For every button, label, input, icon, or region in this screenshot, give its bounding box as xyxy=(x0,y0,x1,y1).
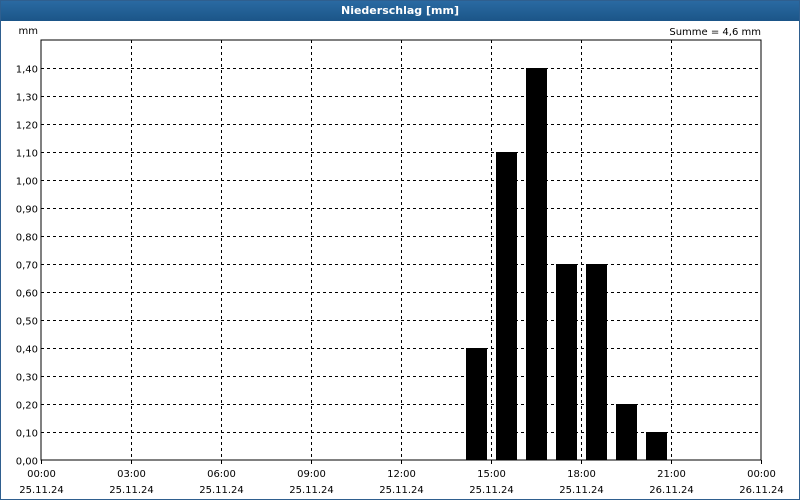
y-tick-label: 1,30 xyxy=(16,93,38,104)
y-tick-label: 1,20 xyxy=(16,121,38,132)
x-tick-time-label: 21:00 xyxy=(657,469,686,480)
x-tick-time-label: 03:00 xyxy=(117,469,146,480)
y-tick-label: 0,80 xyxy=(16,233,38,244)
x-tick-time-label: 12:00 xyxy=(387,469,416,480)
precipitation-bar xyxy=(556,264,577,460)
precipitation-bar xyxy=(616,404,637,460)
sum-annotation: Summe = 4,6 mm xyxy=(669,27,761,38)
x-tick-date-label: 25.11.24 xyxy=(289,485,334,496)
y-tick-label: 0,90 xyxy=(16,205,38,216)
y-tick-label: 0,70 xyxy=(16,261,38,272)
x-tick-time-label: 00:00 xyxy=(747,469,776,480)
x-tick-date-label: 25.11.24 xyxy=(559,485,604,496)
x-tick-date-label: 25.11.24 xyxy=(379,485,424,496)
x-tick-date-label: 25.11.24 xyxy=(469,485,514,496)
y-tick-label: 0,40 xyxy=(16,345,38,356)
y-tick-label: 0,60 xyxy=(16,289,38,300)
precipitation-bar xyxy=(496,152,517,460)
y-tick-label: 0,50 xyxy=(16,317,38,328)
y-tick-label: 1,10 xyxy=(16,149,38,160)
x-tick-date-label: 25.11.24 xyxy=(109,485,154,496)
precipitation-bar xyxy=(646,432,667,460)
y-tick-label: 0,30 xyxy=(16,373,38,384)
x-tick-time-label: 06:00 xyxy=(207,469,236,480)
precipitation-bar xyxy=(586,264,607,460)
precipitation-bar xyxy=(466,348,487,460)
x-tick-date-label: 26.11.24 xyxy=(739,485,784,496)
y-tick-label: 1,00 xyxy=(16,177,38,188)
x-tick-date-label: 26.11.24 xyxy=(649,485,694,496)
x-tick-time-label: 09:00 xyxy=(297,469,326,480)
y-tick-label: 0,20 xyxy=(16,401,38,412)
x-tick-time-label: 18:00 xyxy=(567,469,596,480)
x-tick-date-label: 25.11.24 xyxy=(199,485,244,496)
y-tick-label: 0,10 xyxy=(16,429,38,440)
y-tick-label: 1,40 xyxy=(16,65,38,76)
y-axis-unit-label: mm xyxy=(19,26,38,37)
x-tick-time-label: 00:00 xyxy=(27,469,56,480)
precipitation-chart: 0,00 0,10 0,20 0,30 0,40 0,50 0,60 0,70 0,80 0,90… xyxy=(16,26,784,496)
x-tick-date-label: 25.11.24 xyxy=(19,485,64,496)
x-tick-time-label: 15:00 xyxy=(477,469,506,480)
precipitation-bar xyxy=(526,68,547,460)
y-tick-label: 0,00 xyxy=(16,457,38,468)
